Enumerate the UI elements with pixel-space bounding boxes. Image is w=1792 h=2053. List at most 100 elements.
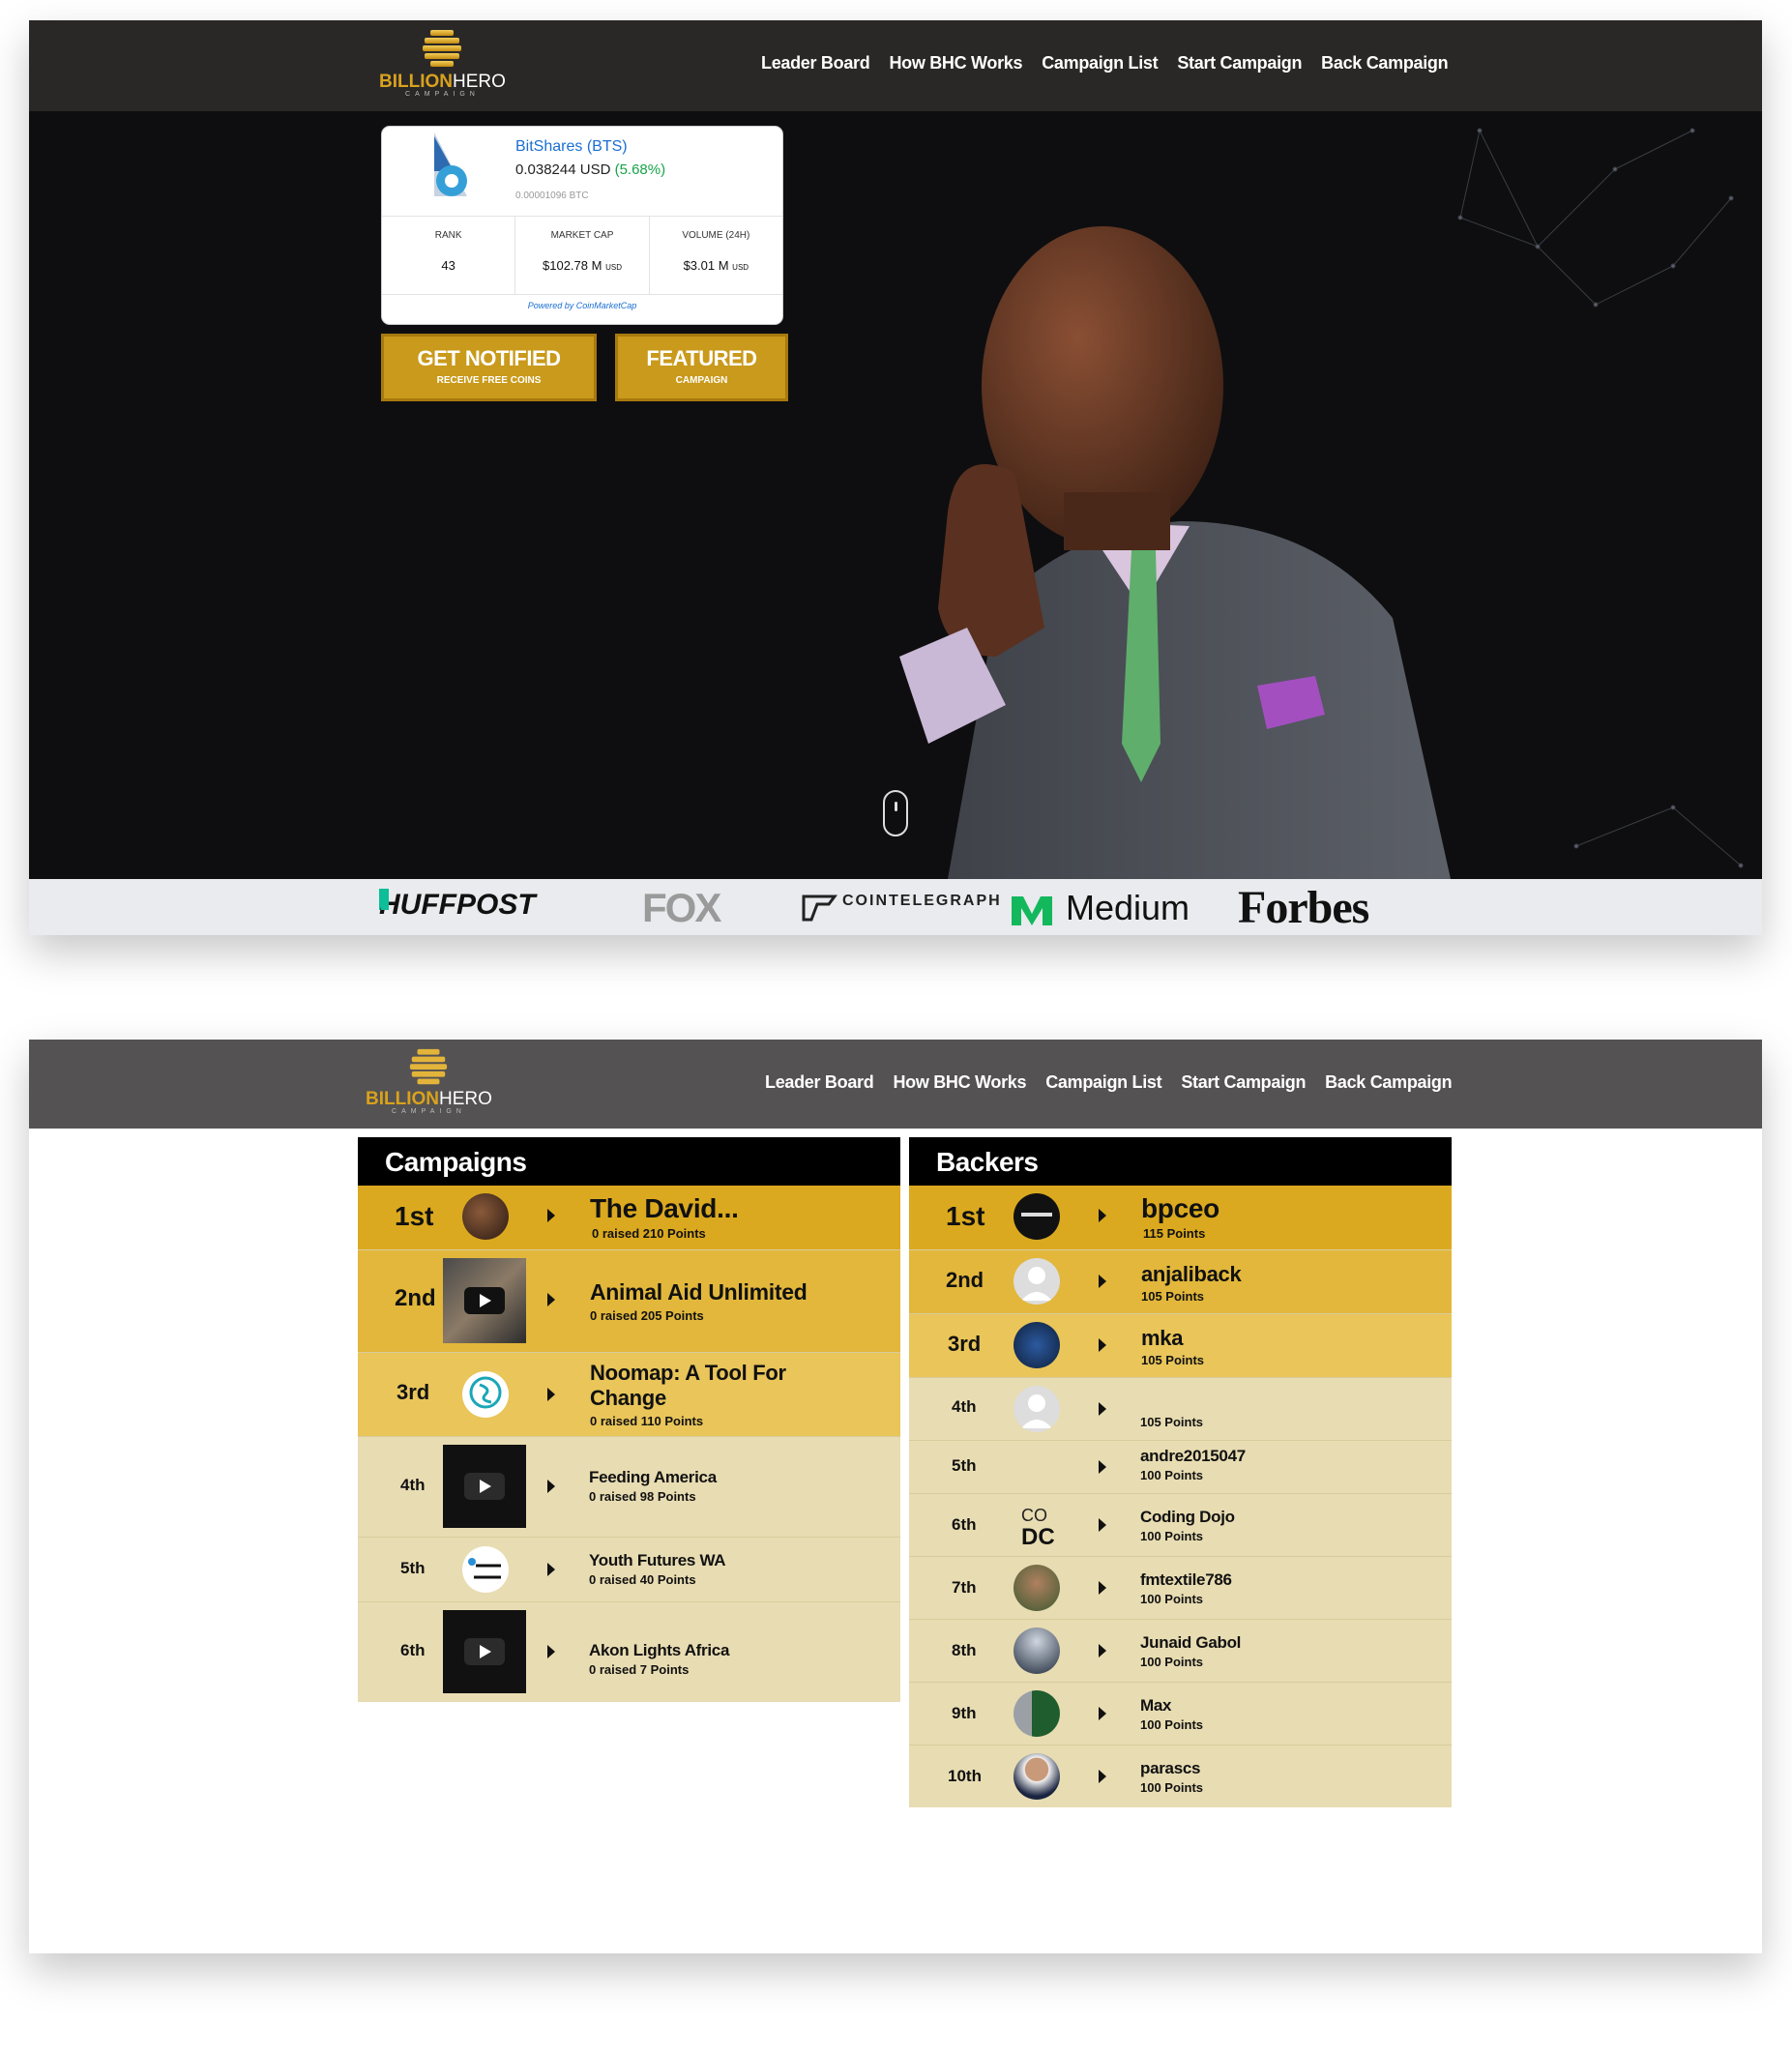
campaign-thumbnail[interactable]	[462, 1371, 509, 1418]
backer-row[interactable]: 2nd anjaliback 105 Points	[909, 1250, 1452, 1314]
play-button-icon[interactable]	[464, 1473, 505, 1500]
nav-start-campaign[interactable]: Start Campaign	[1181, 1072, 1306, 1093]
backer-name[interactable]: mka	[1141, 1326, 1183, 1351]
campaigns-title: Campaigns	[358, 1137, 900, 1186]
campaign-name[interactable]: The David...	[590, 1193, 739, 1224]
backer-row[interactable]: 10th parascs 100 Points	[909, 1745, 1452, 1807]
cta-title: GET NOTIFIED	[417, 346, 562, 370]
backer-avatar[interactable]	[1014, 1628, 1060, 1674]
coin-btc-price: 0.00001096 BTC	[515, 191, 589, 201]
campaign-name[interactable]: Noomap: A Tool For Change	[590, 1361, 841, 1411]
crypto-ticker-widget[interactable]: BitShares (BTS) 0.038244 USD (5.68%) 0.0…	[381, 126, 783, 325]
caret-right-icon[interactable]	[1099, 1338, 1106, 1352]
campaign-thumbnail[interactable]	[462, 1193, 509, 1240]
backer-points: 105 Points	[1141, 1289, 1205, 1304]
bitshares-logo-icon	[434, 132, 467, 196]
backer-name[interactable]: andre2015047	[1140, 1447, 1246, 1466]
nav-back-campaign[interactable]: Back Campaign	[1321, 53, 1448, 73]
backer-avatar[interactable]	[1014, 1193, 1060, 1240]
backer-row[interactable]: 8th Junaid Gabol 100 Points	[909, 1620, 1452, 1683]
caret-right-icon[interactable]	[547, 1480, 555, 1493]
coin-name-link[interactable]: BitShares (BTS)	[515, 138, 628, 156]
backer-name[interactable]: parascs	[1140, 1759, 1200, 1778]
video-thumbnail[interactable]	[443, 1258, 526, 1343]
nav-start-campaign[interactable]: Start Campaign	[1177, 53, 1302, 73]
nav-how-bhc-works[interactable]: How BHC Works	[893, 1072, 1026, 1093]
campaign-points: 0 raised 40 Points	[589, 1572, 696, 1587]
logo-text-billion: BILLION	[379, 72, 453, 92]
backer-row[interactable]: 4th 105 Points	[909, 1378, 1452, 1441]
campaign-name[interactable]: Feeding America	[589, 1468, 717, 1487]
powered-by-link[interactable]: Powered by CoinMarketCap	[382, 301, 782, 310]
nav-campaign-list[interactable]: Campaign List	[1045, 1072, 1161, 1093]
video-thumbnail[interactable]	[443, 1445, 526, 1528]
logo-text-hero: HERO	[453, 72, 506, 92]
scroll-down-icon[interactable]	[883, 790, 908, 836]
brand-logo[interactable]: BILLIONHERO CAMPAIGN	[366, 1047, 492, 1116]
nav-campaign-list[interactable]: Campaign List	[1042, 53, 1158, 73]
hero-banner: BitShares (BTS) 0.038244 USD (5.68%) 0.0…	[29, 111, 1762, 879]
backer-avatar[interactable]	[1014, 1322, 1060, 1368]
campaign-row[interactable]: 6th Akon Lights Africa 0 raised 7 Points	[358, 1602, 900, 1702]
backer-name[interactable]: Coding Dojo	[1140, 1508, 1235, 1527]
caret-right-icon[interactable]	[1099, 1644, 1106, 1657]
caret-right-icon[interactable]	[547, 1563, 555, 1576]
coding-dojo-logo-icon[interactable]: CO DC	[1014, 1502, 1060, 1548]
play-button-icon[interactable]	[464, 1638, 505, 1665]
cointelegraph-icon	[802, 895, 837, 922]
caret-right-icon[interactable]	[1099, 1402, 1106, 1416]
caret-right-icon[interactable]	[1099, 1518, 1106, 1532]
campaign-row[interactable]: 1st The David... 0 raised 210 Points	[358, 1186, 900, 1250]
backer-row[interactable]: 9th Max 100 Points	[909, 1683, 1452, 1745]
backer-name[interactable]: bpceo	[1141, 1193, 1219, 1224]
caret-right-icon[interactable]	[1099, 1460, 1106, 1474]
campaign-name[interactable]: Akon Lights Africa	[589, 1641, 729, 1660]
cta-title: FEATURED	[646, 346, 757, 370]
backer-row[interactable]: 6th CO DC Coding Dojo 100 Points	[909, 1494, 1452, 1557]
backer-row[interactable]: 5th andre2015047 100 Points	[909, 1441, 1452, 1494]
stat-rank: RANK 43	[382, 217, 516, 294]
campaign-thumbnail[interactable]	[462, 1546, 509, 1593]
backer-avatar[interactable]	[1014, 1565, 1060, 1611]
caret-right-icon[interactable]	[1099, 1770, 1106, 1783]
campaign-name[interactable]: Youth Futures WA	[589, 1551, 726, 1570]
default-user-avatar-icon[interactable]	[1014, 1386, 1060, 1432]
campaign-row[interactable]: 2nd Animal Aid Unlimited 0 raised 205 Po…	[358, 1250, 900, 1353]
caret-right-icon[interactable]	[547, 1645, 555, 1658]
default-user-avatar-icon[interactable]	[1014, 1258, 1060, 1305]
campaign-row[interactable]: 4th Feeding America 0 raised 98 Points	[358, 1437, 900, 1538]
campaign-name[interactable]: Animal Aid Unlimited	[590, 1279, 808, 1305]
nav-leader-board[interactable]: Leader Board	[765, 1072, 874, 1093]
backer-name[interactable]: anjaliback	[1141, 1262, 1242, 1287]
backer-name[interactable]: Max	[1140, 1696, 1171, 1716]
get-notified-button[interactable]: GET NOTIFIED RECEIVE FREE COINS	[381, 334, 597, 401]
caret-right-icon[interactable]	[547, 1209, 555, 1222]
caret-right-icon[interactable]	[547, 1388, 555, 1401]
stat-number: 43	[441, 258, 455, 273]
backer-rank: 4th	[952, 1397, 977, 1416]
campaign-row[interactable]: 3rd Noomap: A Tool For Change 0 raised 1…	[358, 1353, 900, 1437]
video-thumbnail[interactable]	[443, 1610, 526, 1693]
backer-row[interactable]: 7th fmtextile786 100 Points	[909, 1557, 1452, 1620]
nav-how-bhc-works[interactable]: How BHC Works	[889, 53, 1022, 73]
nav-leader-board[interactable]: Leader Board	[761, 53, 870, 73]
caret-right-icon[interactable]	[547, 1293, 555, 1306]
backer-name[interactable]: fmtextile786	[1140, 1570, 1232, 1590]
backer-points: 105 Points	[1141, 1353, 1205, 1367]
backer-avatar[interactable]	[1014, 1753, 1060, 1800]
backer-name[interactable]: Junaid Gabol	[1140, 1633, 1241, 1653]
backer-avatar[interactable]	[1014, 1690, 1060, 1737]
backer-row[interactable]: 1st bpceo 115 Points	[909, 1186, 1452, 1250]
brand-logo[interactable]: BILLIONHERO CAMPAIGN	[379, 28, 506, 99]
caret-right-icon[interactable]	[1099, 1581, 1106, 1595]
campaign-row[interactable]: 5th Youth Futures WA 0 raised 40 Points	[358, 1538, 900, 1602]
play-button-icon[interactable]	[464, 1287, 505, 1314]
caret-right-icon[interactable]	[1099, 1707, 1106, 1720]
featured-campaign-button[interactable]: FEATURED CAMPAIGN	[615, 334, 788, 401]
caret-right-icon[interactable]	[1099, 1209, 1106, 1222]
backer-points: 100 Points	[1140, 1780, 1204, 1795]
backer-row[interactable]: 3rd mka 105 Points	[909, 1314, 1452, 1378]
nav-back-campaign[interactable]: Back Campaign	[1325, 1072, 1452, 1093]
caret-right-icon[interactable]	[1099, 1275, 1106, 1288]
campaign-points: 0 raised 7 Points	[589, 1662, 690, 1677]
